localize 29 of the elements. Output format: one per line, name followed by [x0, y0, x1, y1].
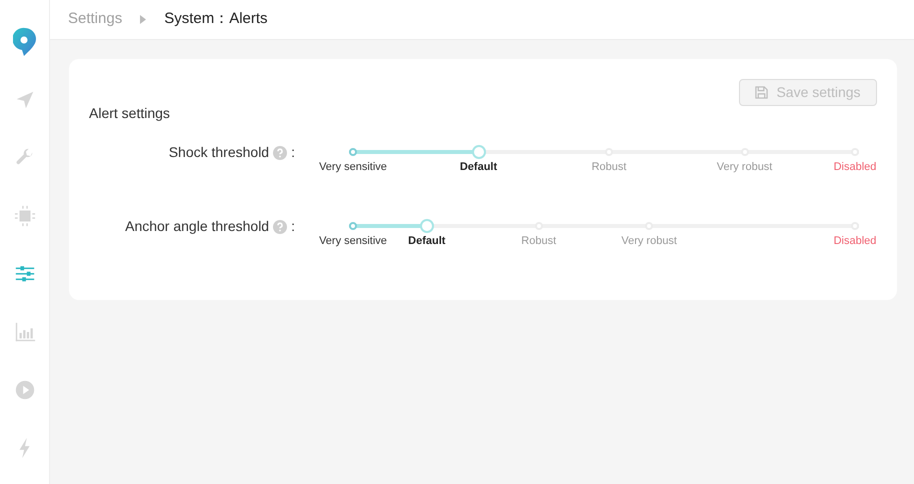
slider-mark-label[interactable]: Robust — [592, 159, 626, 176]
breadcrumb-item[interactable]: Settings — [68, 8, 122, 31]
play-circle-icon — [14, 379, 36, 401]
nav-item[interactable] — [14, 379, 36, 401]
slider-mark-label[interactable]: Disabled — [834, 159, 876, 176]
chevron-right-icon — [140, 15, 146, 24]
slider-mark-label[interactable]: Default — [460, 159, 498, 176]
label-colon: : — [291, 217, 295, 236]
label-colon: : — [291, 143, 295, 162]
help-icon[interactable] — [273, 220, 288, 234]
bar-chart-icon — [14, 321, 36, 343]
slider-mark-label[interactable]: Very sensitive — [319, 159, 387, 176]
slider-handle[interactable] — [472, 145, 486, 159]
logo-icon[interactable] — [12, 27, 36, 57]
slider-mark-label[interactable]: Very robust — [621, 233, 677, 250]
slider-mark-label[interactable]: Default — [408, 233, 446, 250]
chip-icon — [14, 205, 36, 227]
slider-handle[interactable] — [420, 219, 434, 233]
card-title: Alert settings — [89, 104, 170, 123]
slider-mark-label[interactable]: Disabled — [834, 233, 876, 250]
nav-item[interactable] — [14, 321, 36, 343]
breadcrumb-item: System：Alerts — [164, 9, 268, 30]
nav-item[interactable] — [14, 205, 36, 227]
slider-mark-label[interactable]: Very sensitive — [319, 233, 387, 250]
slider-mark-label[interactable]: Very robust — [716, 159, 772, 176]
setting-label: Anchor angle threshold — [125, 217, 270, 236]
slider-mark-label[interactable]: Robust — [521, 233, 556, 250]
help-icon[interactable] — [273, 146, 288, 160]
setting-label: Shock threshold — [168, 143, 270, 162]
